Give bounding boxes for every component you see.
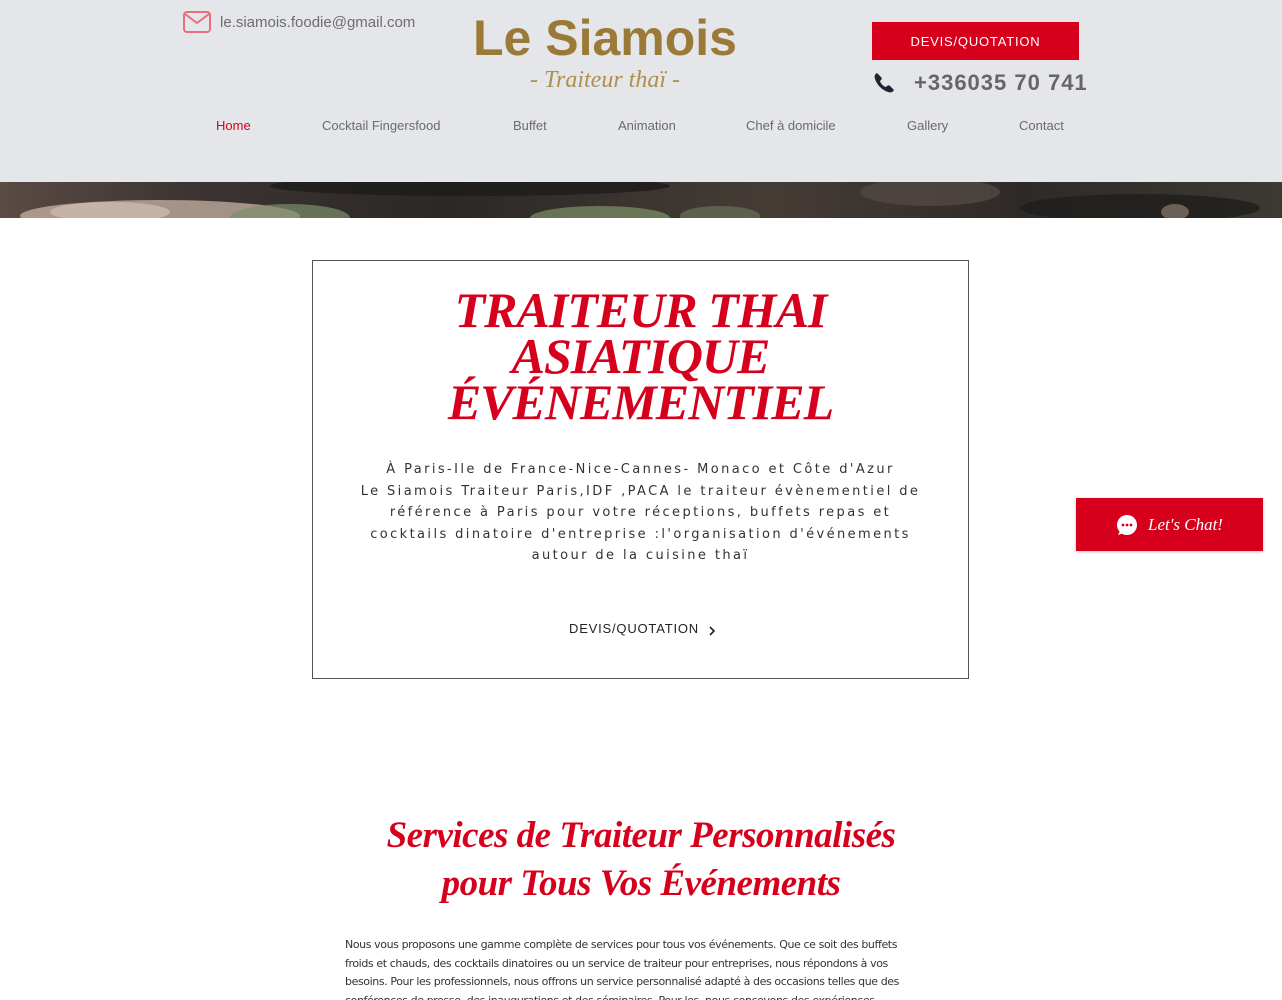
services-text-line: froids et chauds, des cocktails dinatoir… bbox=[345, 956, 888, 970]
phone-icon bbox=[872, 71, 896, 95]
services-text: Nous vous proposons une gamme complète d… bbox=[345, 936, 945, 1000]
hero-box: TRAITEUR THAI ASIATIQUE ÉVÉNEMENTIEL À P… bbox=[312, 260, 969, 679]
hero-title-line: TRAITEUR THAI bbox=[454, 282, 828, 338]
hero-quote-link-label[interactable]: DEVIS/QUOTATION bbox=[569, 621, 699, 636]
chevron-right-icon bbox=[707, 624, 717, 636]
nav-item-animation[interactable]: Animation bbox=[618, 118, 676, 133]
site-logo[interactable]: Le Siamois - Traiteur thaï - bbox=[470, 8, 740, 92]
header-phone[interactable]: +336035 70 741 bbox=[872, 70, 1088, 96]
chat-label[interactable]: Let's Chat! bbox=[1148, 515, 1223, 535]
services-text-line: besoins. Pour les professionnels, nous o… bbox=[345, 975, 900, 988]
chat-bubble-icon bbox=[1116, 514, 1138, 536]
hero-quote-link[interactable]: DEVIS/QUOTATION bbox=[569, 621, 717, 636]
logo-tagline: - Traiteur thaï - bbox=[529, 67, 680, 93]
services-title: Services de Traiteur Personnalisés pour … bbox=[300, 812, 982, 908]
header-email[interactable]: le.siamois.foodie@gmail.com bbox=[182, 10, 415, 34]
email-address[interactable]: le.siamois.foodie@gmail.com bbox=[220, 14, 415, 31]
hero-title-line: ASIATIQUE bbox=[511, 328, 771, 384]
services-title-line: pour Tous Vos Événements bbox=[441, 863, 841, 904]
hero-description: À Paris-Ile de France-Nice-Cannes- Monac… bbox=[323, 459, 958, 567]
envelope-icon bbox=[182, 10, 212, 34]
nav-item-cocktail-fingersfood[interactable]: Cocktail Fingersfood bbox=[322, 118, 441, 133]
hero-title: TRAITEUR THAI ASIATIQUE ÉVÉNEMENTIEL bbox=[313, 282, 968, 430]
quote-button[interactable]: DEVIS/QUOTATION bbox=[872, 22, 1079, 60]
nav-item-buffet[interactable]: Buffet bbox=[513, 118, 547, 133]
site-header: le.siamois.foodie@gmail.com Le Siamois -… bbox=[0, 0, 1282, 182]
hero-description-line: autour de la cuisine thaï bbox=[531, 548, 750, 563]
hero-title-line: ÉVÉNEMENTIEL bbox=[447, 374, 834, 430]
chat-button[interactable]: Let's Chat! bbox=[1076, 498, 1263, 551]
services-title-line: Services de Traiteur Personnalisés bbox=[386, 815, 896, 856]
nav-item-home[interactable]: Home bbox=[216, 118, 251, 133]
hero-description-line: cocktails dinatoire d'entreprise :l'orga… bbox=[370, 526, 911, 542]
hero-description-line: À Paris-Ile de France-Nice-Cannes- Monac… bbox=[386, 462, 895, 477]
hero-description-line: référence à Paris pour votre réceptions,… bbox=[389, 505, 892, 520]
main-nav: Home Cocktail Fingersfood Buffet Animati… bbox=[0, 118, 1282, 138]
nav-item-gallery[interactable]: Gallery bbox=[907, 118, 948, 133]
hero-description-line: Le Siamois Traiteur Paris,IDF ,PACA le t… bbox=[360, 483, 921, 499]
nav-item-chef-a-domicile[interactable]: Chef à domicile bbox=[746, 118, 836, 133]
nav-item-contact[interactable]: Contact bbox=[1019, 118, 1064, 133]
hero-food-photo bbox=[0, 182, 1282, 218]
services-text-line: conférences de presse, des inaugurations… bbox=[345, 993, 875, 1000]
phone-number[interactable]: +336035 70 741 bbox=[914, 70, 1088, 96]
services-text-line: Nous vous proposons une gamme complète d… bbox=[345, 938, 898, 951]
logo-wordmark: Le Siamois bbox=[473, 10, 737, 66]
